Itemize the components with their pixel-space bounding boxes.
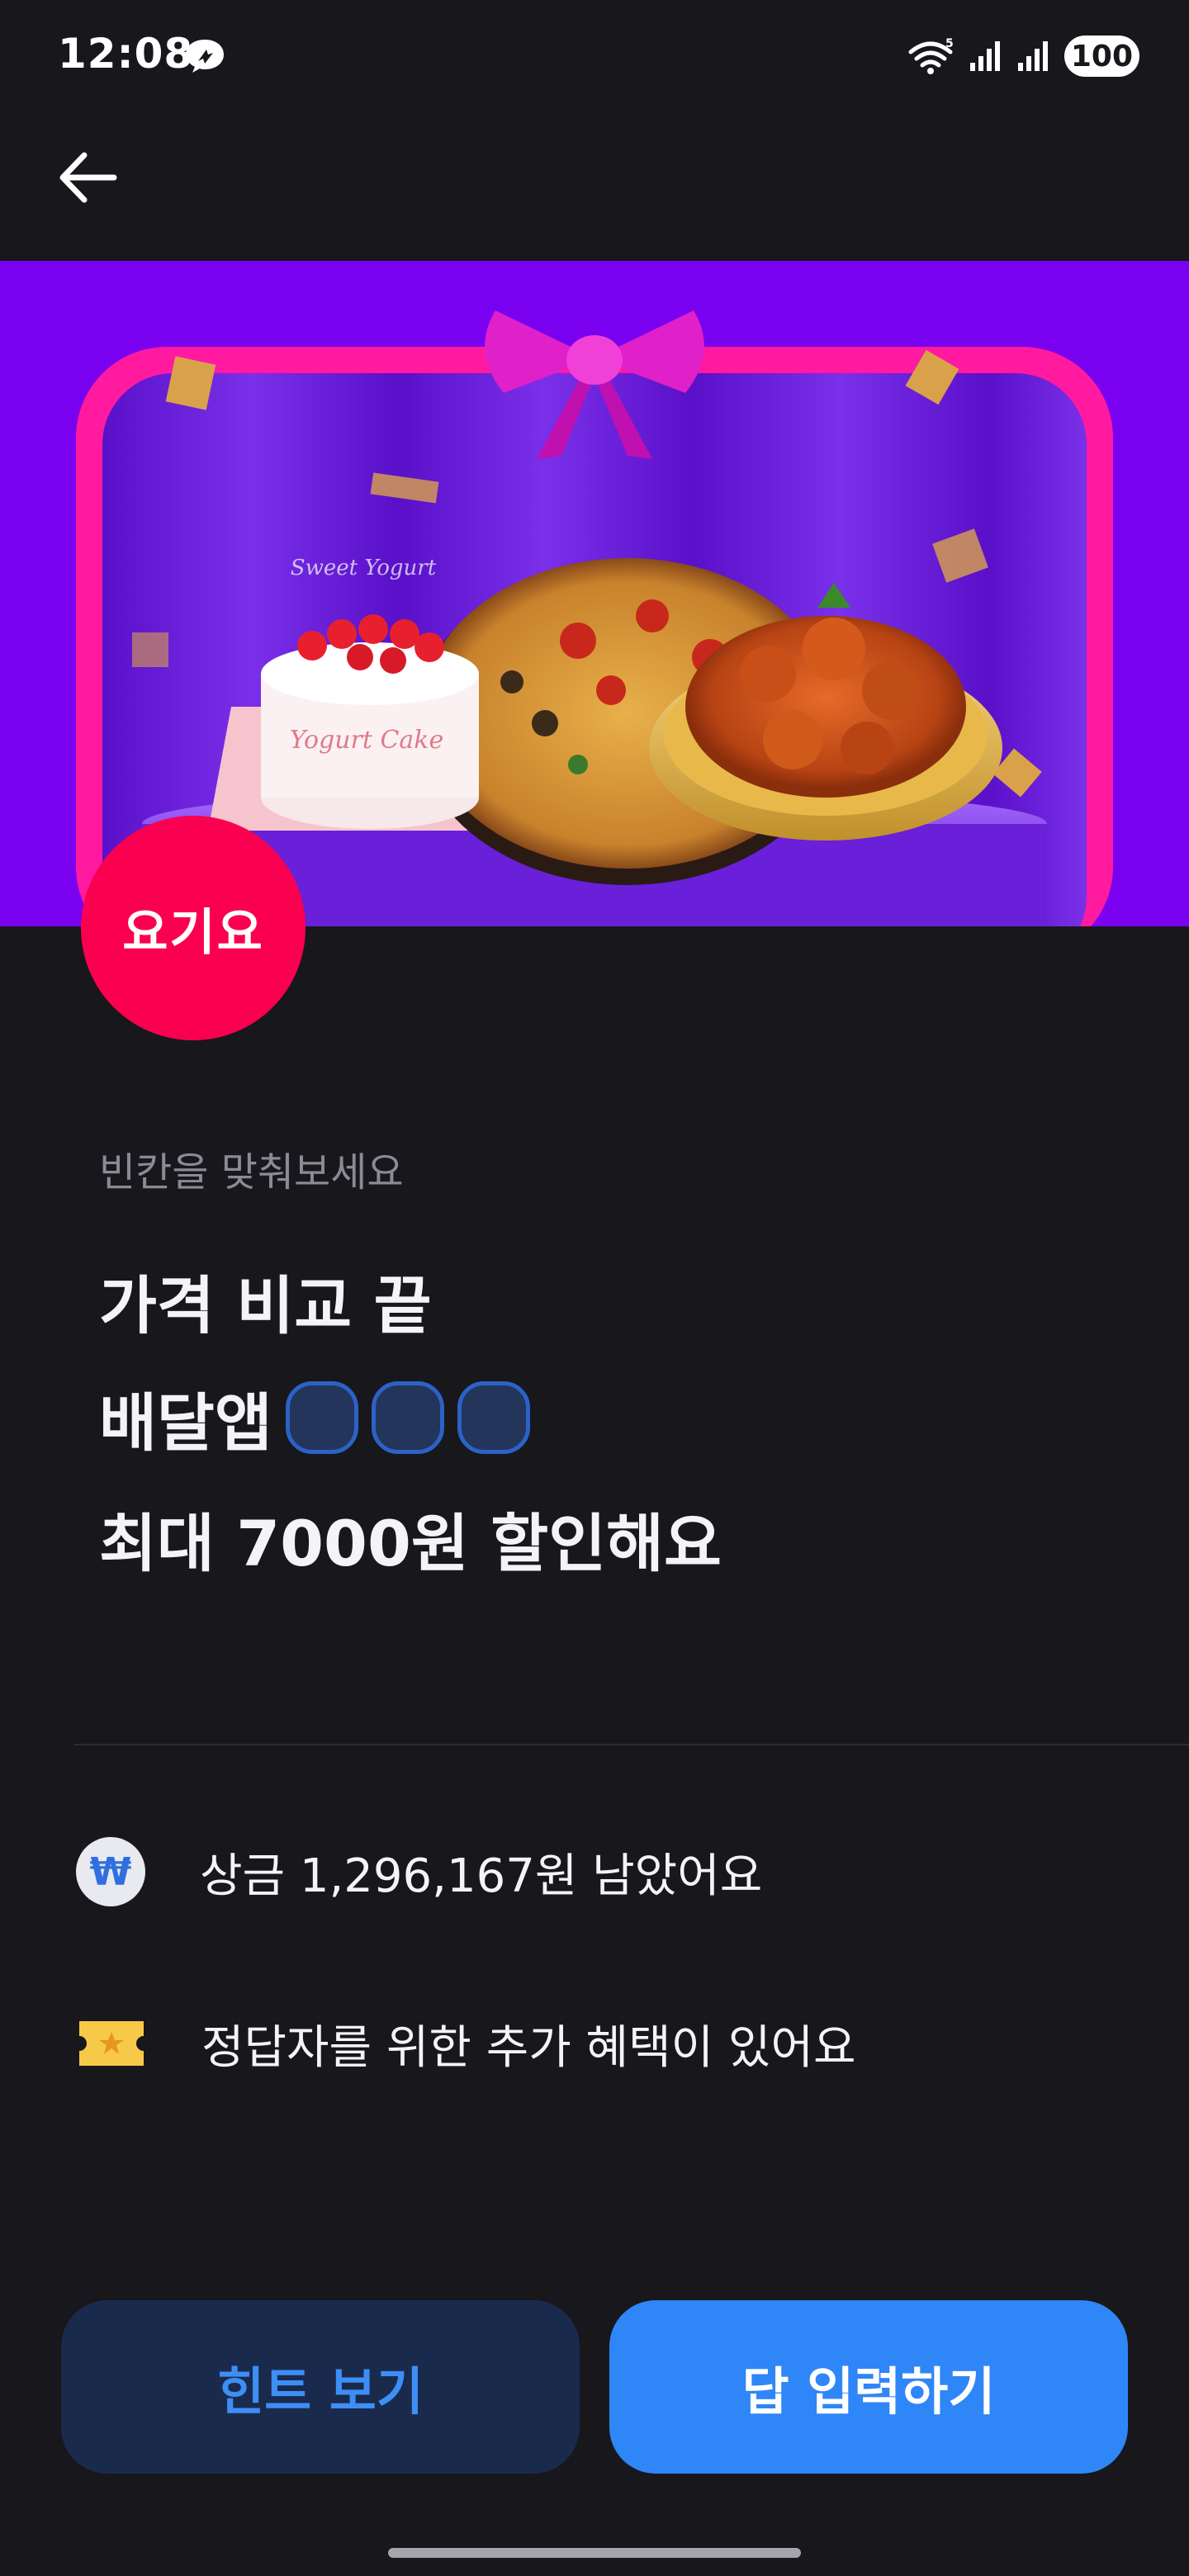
prize-row: ₩ 상금 1,296,167원 남았어요 <box>76 1835 762 1909</box>
network-badge: 5 <box>945 37 954 50</box>
won-coin-icon: ₩ <box>76 1837 145 1906</box>
ticket-icon <box>79 2021 144 2066</box>
answer-button[interactable]: 답 입력하기 <box>609 2300 1128 2474</box>
arrow-left-icon <box>59 152 117 203</box>
divider <box>74 1744 1189 1745</box>
quiz-line-1: 가격 비교 끝 <box>99 1269 432 1342</box>
cake-text: Yogurt Cake <box>290 726 444 755</box>
prize-text: 상금 1,296,167원 남았어요 <box>200 1849 763 1903</box>
status-time: 12:08 <box>58 30 194 78</box>
yogiyo-logo: 요기요 <box>81 816 306 1040</box>
back-button[interactable] <box>38 132 137 223</box>
answer-blank-2 <box>371 1381 444 1454</box>
quiz-instruction: 빈칸을 맞춰보세요 <box>99 1149 404 1196</box>
cake-topper-text: Sweet Yogurt <box>291 556 437 580</box>
answer-blank-3 <box>457 1381 530 1454</box>
talk-bubble-icon <box>186 40 224 73</box>
bonus-text: 정답자를 위한 추가 혜택이 있어요 <box>201 2020 856 2075</box>
status-icons: 5 100 <box>907 33 1139 79</box>
battery-indicator: 100 <box>1063 36 1139 77</box>
bonus-row: 정답자를 위한 추가 혜택이 있어요 <box>76 2006 855 2081</box>
hint-button[interactable]: 힌트 보기 <box>61 2300 580 2474</box>
answer-blank-1 <box>285 1381 358 1454</box>
home-indicator[interactable] <box>388 2548 801 2558</box>
signal-icon <box>969 41 1000 71</box>
status-bar: 12:08 5 100 <box>0 0 1189 107</box>
quiz-line-3: 최대 7000원 할인해요 <box>99 1507 722 1580</box>
wifi-icon: 5 <box>908 37 954 74</box>
quiz-line-2: 배달앱 <box>99 1372 530 1463</box>
quiz-line-2-text: 배달앱 <box>99 1386 272 1460</box>
signal-icon-2 <box>1017 41 1048 71</box>
